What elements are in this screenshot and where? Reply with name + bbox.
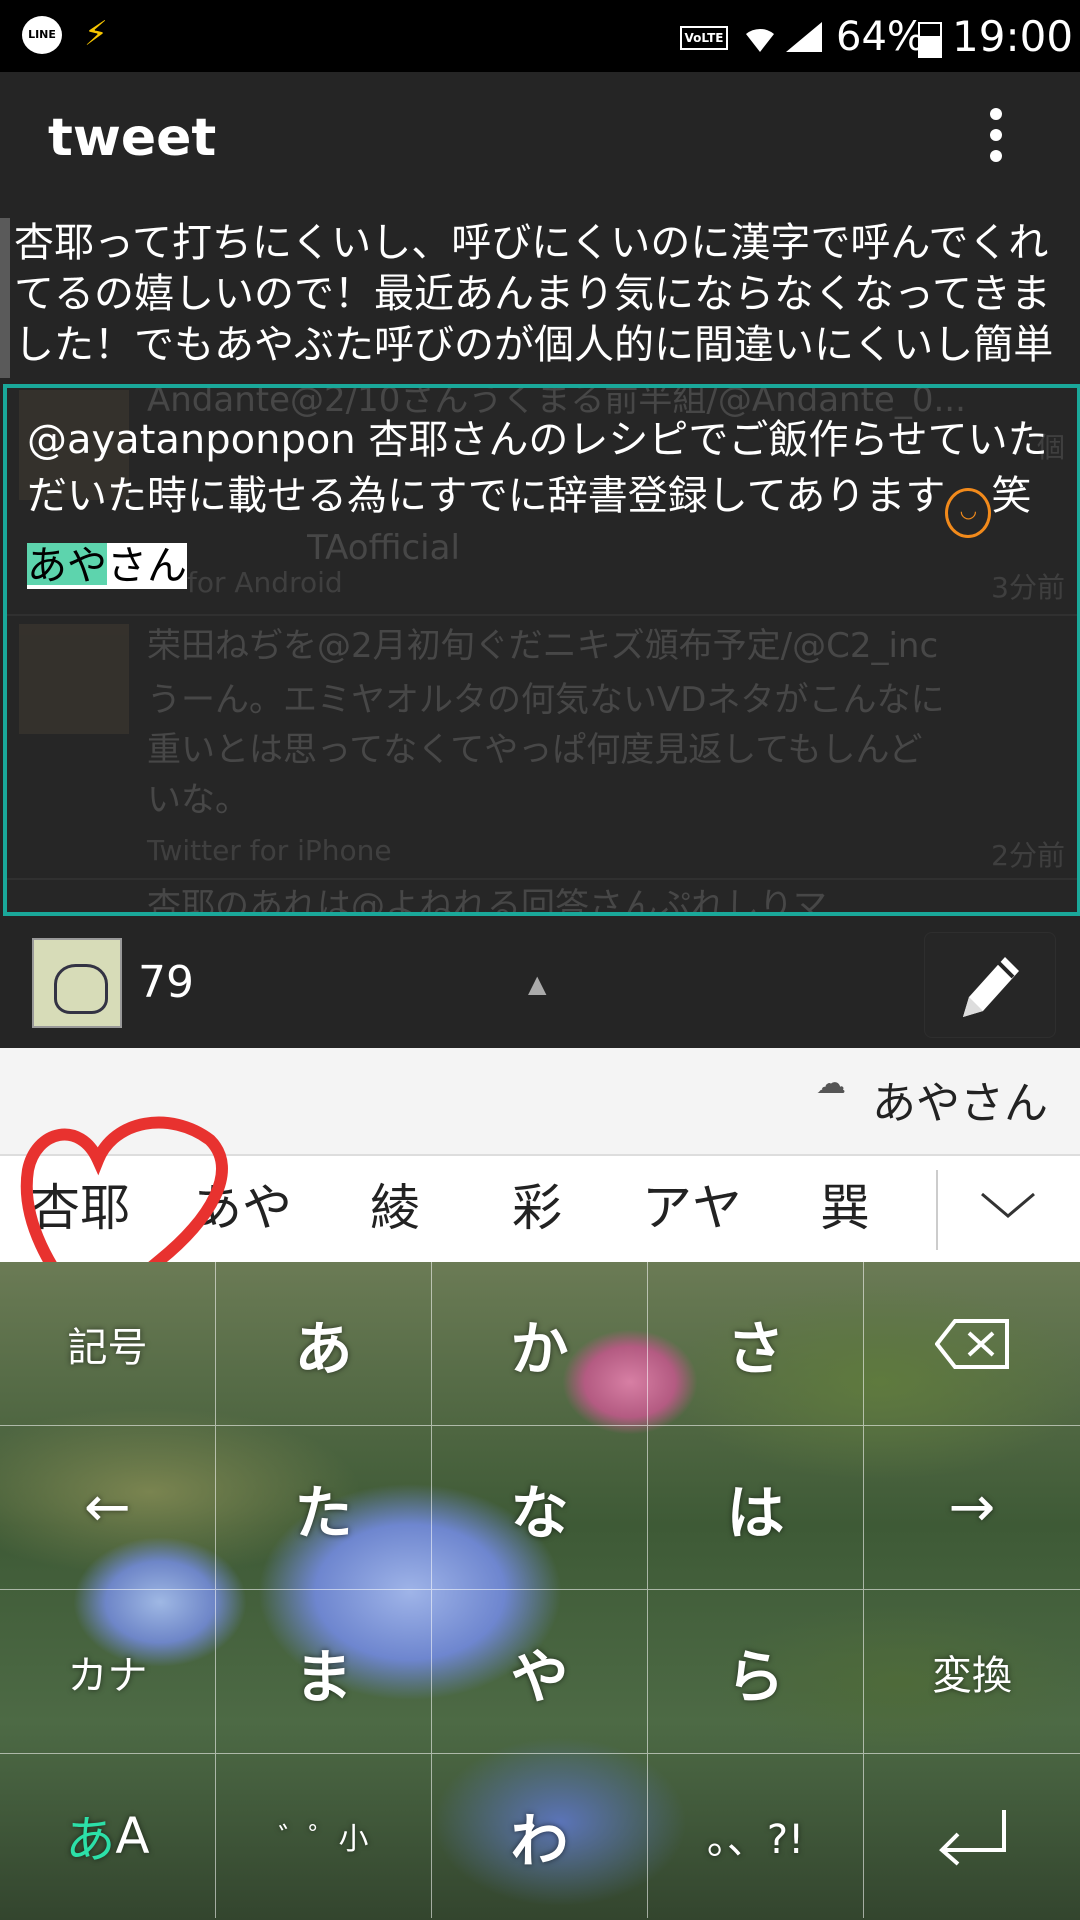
account-avatar[interactable] [32, 938, 122, 1028]
battery-percent: 64% [836, 14, 925, 60]
lightning-icon: ⚡ [84, 14, 108, 54]
key-left-arrow[interactable]: ← [0, 1426, 216, 1590]
tweet-send-button[interactable] [924, 932, 1056, 1038]
composing-highlight: あや [27, 543, 107, 589]
key-wa[interactable]: わ [432, 1754, 648, 1918]
ghost-line: 杏耶のあれは@よねれる回答さんぷれしりマ... [147, 886, 860, 916]
ghost-line: 2分前 [991, 839, 1065, 872]
key-a[interactable]: あ [216, 1262, 432, 1426]
key-dakuten[interactable]: ゛゜小 [216, 1754, 432, 1918]
clock: 19:00 [952, 12, 1074, 61]
key-kana[interactable]: カナ [0, 1590, 216, 1754]
wifi-icon [740, 20, 780, 62]
reply-target-text: 杏耶って打ちにくいし、呼びにくいのに漢字で呼んでくれてるの嬉しいので！最近あんま… [14, 220, 1054, 368]
composing-rest: さん [107, 543, 187, 589]
key-right-arrow[interactable]: → [864, 1426, 1080, 1590]
scroll-indicator [0, 218, 10, 378]
ghost-line: Twitter for iPhone [147, 834, 392, 867]
key-na[interactable]: な [432, 1426, 648, 1590]
line-app-icon: LINE [22, 16, 62, 54]
key-ya[interactable]: や [432, 1590, 648, 1754]
battery-icon [918, 22, 942, 58]
ghost-line: 荣田ねぢを@2月初旬ぐだニキズ頒布予定/@C2_inc [147, 626, 939, 666]
compose-body-text: @ayatanponpon 杏耶さんのレシピでご飯作らせていただいた時に載せる為… [27, 417, 1048, 519]
status-bar: LINE ⚡ VoLTE 64% 19:00 [0, 0, 1080, 72]
key-ka[interactable]: か [432, 1262, 648, 1426]
ghost-line: うーん。エミヤオルタの何気ないVDネタがこんなに [147, 680, 945, 720]
app-bar: tweet [0, 72, 1080, 202]
compose-text: @ayatanponpon 杏耶さんのレシピでご飯作らせていただいた時に載せる為… [27, 412, 1057, 594]
candidate-item[interactable]: 杏耶 [30, 1176, 130, 1240]
candidate-item[interactable]: 綾 [370, 1176, 420, 1240]
key-input-mode[interactable]: あA [0, 1754, 216, 1918]
key-sa[interactable]: さ [648, 1262, 864, 1426]
pencil-icon [963, 957, 1019, 1017]
key-kigou[interactable]: 記号 [0, 1262, 216, 1426]
keyboard-reading-bar: ☁ あやさん [0, 1048, 1080, 1154]
backspace-icon [935, 1318, 1009, 1369]
signal-icon [784, 20, 824, 54]
tweet-compose-field[interactable]: Andante@2/10さんうくまる前半組/@Andante_0... 個 TA… [3, 384, 1080, 916]
expand-handle-icon[interactable]: ▲ [528, 970, 546, 998]
candidate-item[interactable]: あや [192, 1176, 292, 1240]
reply-target-tweet: 杏耶って打ちにくいし、呼びにくいのに漢字で呼んでくれてるの嬉しいので！最近あんま… [0, 218, 1080, 378]
page-title: tweet [48, 108, 217, 168]
key-ha[interactable]: は [648, 1426, 864, 1590]
candidate-item[interactable]: 巽 [820, 1176, 870, 1240]
divider [936, 1170, 938, 1250]
key-henkan[interactable]: 変換 [864, 1590, 1080, 1754]
backspace-key[interactable] [864, 1262, 1080, 1426]
enter-key[interactable] [864, 1754, 1080, 1918]
cloud-icon: ☁ [816, 1066, 846, 1101]
candidate-item[interactable]: 彩 [512, 1176, 562, 1240]
enter-icon [939, 1810, 1006, 1866]
key-ta[interactable]: た [216, 1426, 432, 1590]
keyboard-keys: 記号 あ か さ ← た な は → カナ ま や ら 変換 あA ゛゜小 わ … [0, 1262, 1080, 1920]
mode-alpha-label: A [115, 1807, 150, 1865]
avatar [19, 624, 129, 734]
compose-laugh-text: 笑 [991, 473, 1032, 519]
compose-toolbar: 79 ▲ [0, 918, 1080, 1048]
reading-text: あやさん [872, 1078, 1048, 1129]
character-count: 79 [138, 957, 194, 1008]
key-punctuation[interactable]: 。、?! [648, 1754, 864, 1918]
candidate-item[interactable]: アヤ [642, 1176, 742, 1240]
volte-icon: VoLTE [680, 26, 728, 50]
chevron-down-icon[interactable] [980, 1190, 1036, 1220]
composing-text: あやさん [27, 538, 187, 594]
overflow-menu-icon[interactable] [986, 108, 1006, 168]
ghost-line: いな。 [147, 780, 249, 820]
ghost-line: 重いとは思ってなくてやっぱ何度見返してもしんど [147, 730, 923, 770]
mode-hiragana-label: あ [65, 1811, 116, 1869]
key-ra[interactable]: ら [648, 1590, 864, 1754]
key-ma[interactable]: ま [216, 1590, 432, 1754]
smiley-emoji-icon: ◡ [945, 488, 992, 538]
candidate-bar: 杏耶 あや 綾 彩 アヤ 巽 [0, 1154, 1080, 1264]
